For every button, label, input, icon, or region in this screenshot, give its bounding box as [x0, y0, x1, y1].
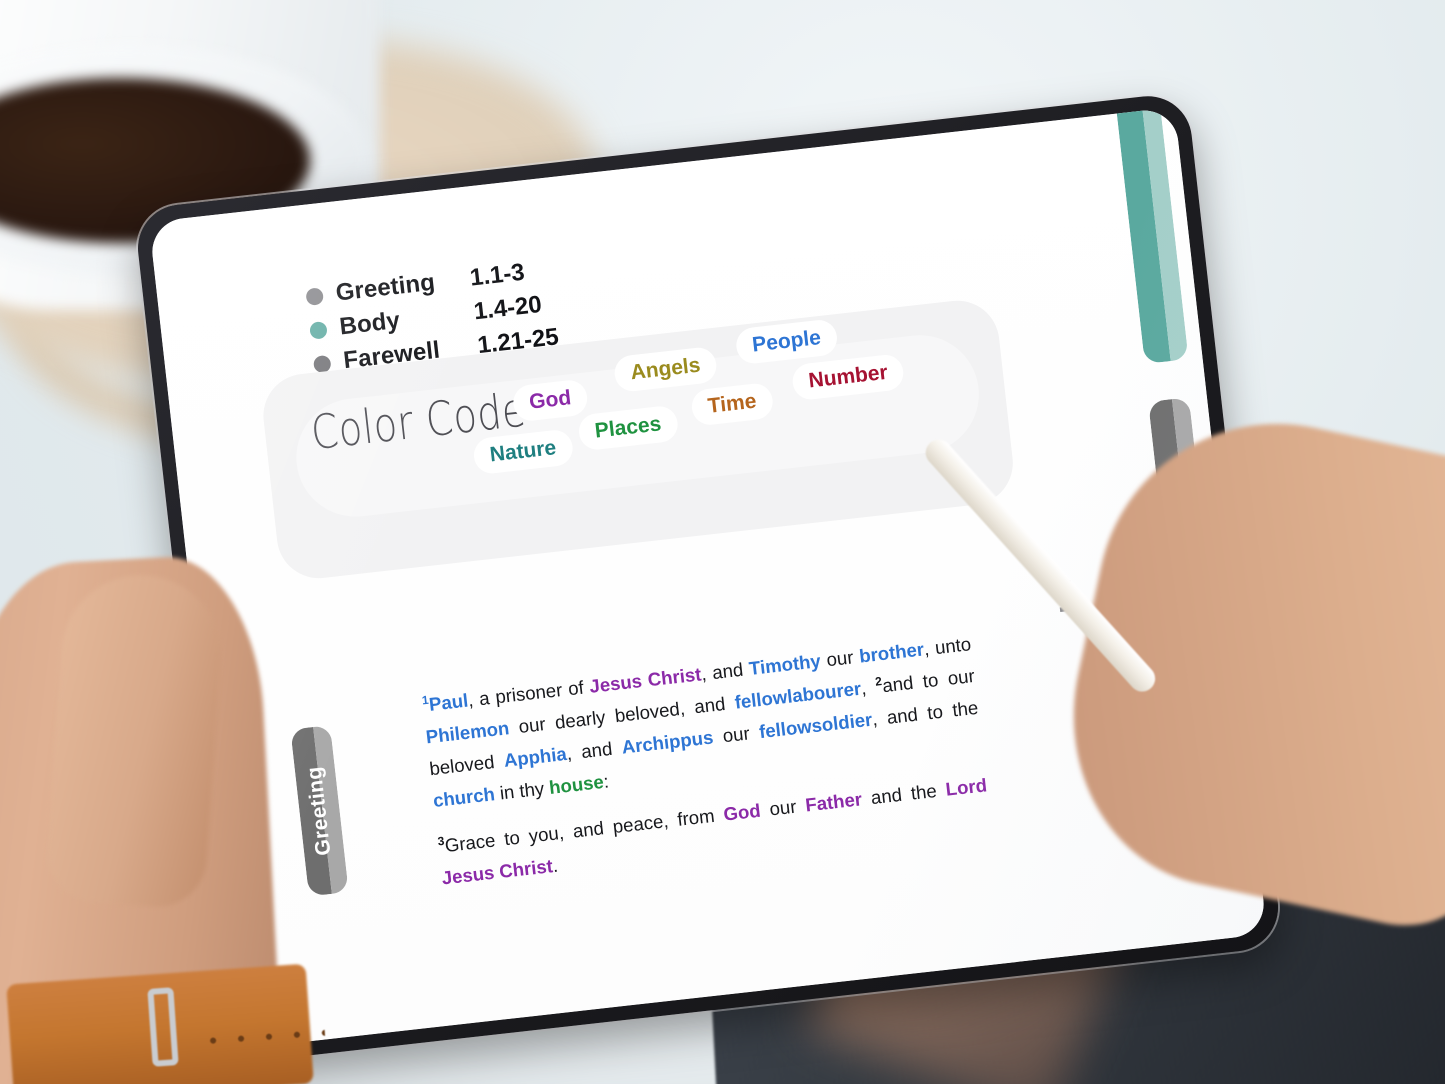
legend-dot-greeting [305, 286, 325, 306]
left-thumb [43, 569, 227, 911]
legend-ref-body: 1.4-20 [472, 290, 544, 326]
section-tab-greeting-label: Greeting [302, 765, 336, 857]
legend-dot-body [309, 320, 328, 340]
section-tab-greeting[interactable]: Greeting [290, 725, 349, 897]
legend-ref-greeting: 1.1-3 [468, 258, 526, 292]
watch-buckle [147, 987, 179, 1067]
scripture-body[interactable]: 1Paul, a prisoner of Jesus Christ, and T… [421, 628, 994, 908]
photo-scene: Greeting 1.1-3 Body 1.4-20 Farewell 1.21… [0, 0, 1445, 1084]
section-tab-body[interactable] [1111, 107, 1189, 364]
